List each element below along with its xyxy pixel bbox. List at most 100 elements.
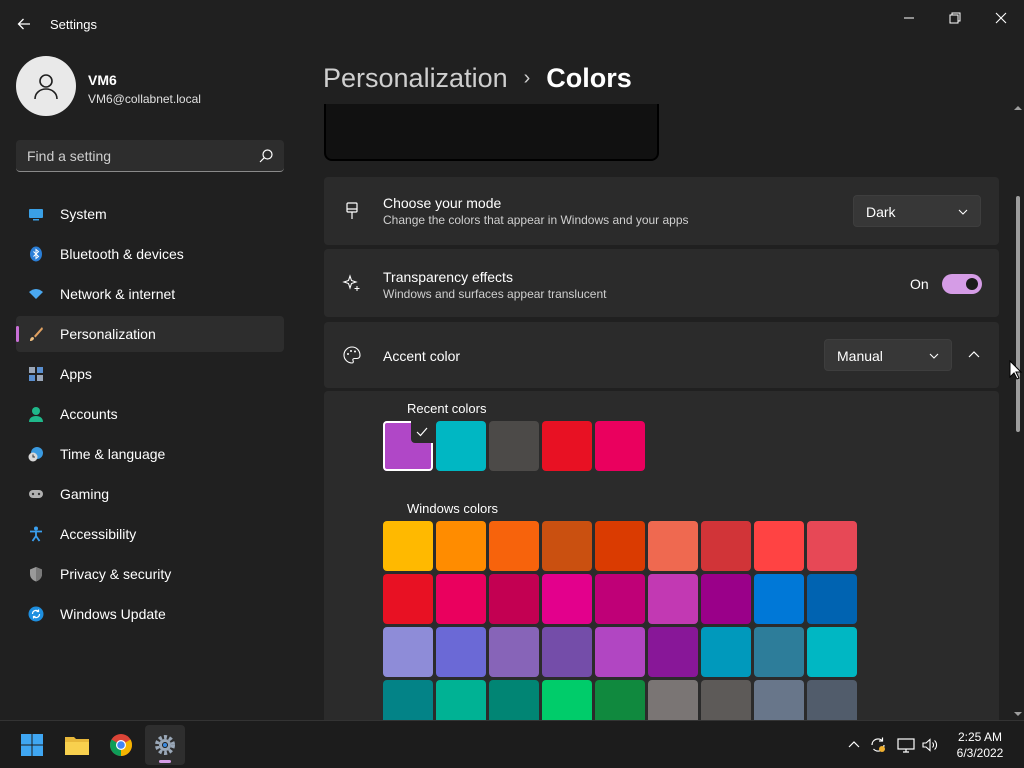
sidebar-item-network[interactable]: Network & internet — [16, 276, 284, 312]
back-button[interactable] — [10, 10, 38, 38]
checkmark-icon — [411, 421, 433, 443]
windows-color-swatch[interactable] — [648, 680, 698, 720]
close-button[interactable] — [978, 4, 1024, 32]
windows-color-swatch[interactable] — [648, 574, 698, 624]
file-explorer-button[interactable] — [57, 725, 97, 765]
windows-color-swatch[interactable] — [542, 627, 592, 677]
taskbar-clock[interactable]: 2:25 AM 6/3/2022 — [942, 729, 1018, 761]
sidebar-item-label: Personalization — [60, 326, 156, 342]
windows-color-swatch[interactable] — [648, 521, 698, 571]
windows-color-swatch[interactable] — [489, 627, 539, 677]
windows-color-swatch[interactable] — [807, 521, 857, 571]
windows-color-swatch[interactable] — [595, 521, 645, 571]
settings-taskbar-button[interactable] — [145, 725, 185, 765]
windows-color-swatch[interactable] — [754, 521, 804, 571]
windows-color-swatch[interactable] — [807, 574, 857, 624]
windows-color-swatch[interactable] — [436, 574, 486, 624]
mode-dropdown[interactable]: Dark — [853, 195, 981, 227]
transparency-card: Transparency effects Windows and surface… — [324, 249, 999, 317]
minimize-button[interactable] — [886, 4, 932, 32]
chevron-down-icon — [929, 353, 939, 359]
windows-color-swatch[interactable] — [595, 574, 645, 624]
windows-color-swatch[interactable] — [807, 680, 857, 720]
windows-color-swatch[interactable] — [489, 680, 539, 720]
windows-color-swatch[interactable] — [754, 680, 804, 720]
sidebar-item-label: Privacy & security — [60, 566, 172, 582]
windows-color-swatch[interactable] — [595, 680, 645, 720]
update-icon — [28, 606, 44, 622]
sidebar-item-time-language[interactable]: Time & language — [16, 436, 284, 472]
windows-color-swatch[interactable] — [489, 574, 539, 624]
tray-overflow-button[interactable] — [844, 735, 864, 755]
chrome-button[interactable] — [101, 725, 141, 765]
recent-color-swatch[interactable] — [542, 421, 592, 471]
windows-color-swatch[interactable] — [383, 521, 433, 571]
windows-color-swatch[interactable] — [701, 574, 751, 624]
gamepad-icon — [29, 490, 43, 498]
windows-color-swatch[interactable] — [754, 627, 804, 677]
windows-color-swatch[interactable] — [595, 627, 645, 677]
sidebar-item-accounts[interactable]: Accounts — [16, 396, 284, 432]
windows-color-swatch[interactable] — [383, 627, 433, 677]
sidebar-item-label: Time & language — [60, 446, 166, 462]
recent-color-swatch[interactable] — [595, 421, 645, 471]
windows-color-swatch[interactable] — [542, 680, 592, 720]
sidebar-item-windows-update[interactable]: Windows Update — [16, 596, 284, 632]
accent-title: Accent color — [383, 348, 461, 364]
breadcrumb: Personalization › Colors — [323, 58, 632, 98]
user-profile[interactable]: VM6 VM6@collabnet.local — [16, 56, 286, 118]
scroll-up-icon[interactable] — [1014, 104, 1022, 112]
main-scrollbar[interactable] — [1013, 104, 1023, 718]
windows-color-swatch[interactable] — [648, 627, 698, 677]
bluetooth-icon — [30, 246, 42, 262]
sync-tray-button[interactable] — [868, 735, 888, 755]
sidebar-item-bluetooth[interactable]: Bluetooth & devices — [16, 236, 284, 272]
sidebar-item-privacy[interactable]: Privacy & security — [16, 556, 284, 592]
windows-color-swatch[interactable] — [542, 574, 592, 624]
settings-gear-icon — [155, 735, 175, 755]
windows-color-swatch[interactable] — [542, 521, 592, 571]
windows-color-swatch[interactable] — [489, 521, 539, 571]
restore-button[interactable] — [932, 4, 978, 32]
recent-color-swatch[interactable] — [436, 421, 486, 471]
windows-color-swatch[interactable] — [754, 574, 804, 624]
transparency-toggle[interactable] — [942, 274, 982, 294]
windows-colors-label: Windows colors — [407, 501, 499, 516]
windows-color-swatch[interactable] — [383, 680, 433, 720]
paintbrush-icon — [346, 202, 358, 219]
search-icon[interactable] — [258, 148, 274, 164]
breadcrumb-separator: › — [523, 66, 531, 89]
transparency-state: On — [910, 276, 929, 292]
scroll-thumb[interactable] — [1016, 196, 1020, 432]
recent-color-swatch[interactable] — [383, 421, 433, 471]
windows-color-swatch[interactable] — [701, 521, 751, 571]
recent-color-swatch[interactable] — [489, 421, 539, 471]
minimize-icon — [904, 17, 914, 19]
windows-color-swatch[interactable] — [701, 627, 751, 677]
accent-dropdown[interactable]: Manual — [824, 339, 952, 371]
back-arrow-icon — [17, 18, 30, 30]
sidebar-item-label: System — [60, 206, 107, 222]
system-icon — [29, 209, 43, 221]
windows-start-icon — [21, 734, 43, 756]
scroll-down-icon[interactable] — [1014, 710, 1022, 718]
windows-color-swatch[interactable] — [807, 627, 857, 677]
toggle-knob — [966, 278, 978, 290]
sidebar-item-gaming[interactable]: Gaming — [16, 476, 284, 512]
start-button[interactable] — [12, 725, 52, 765]
windows-color-swatch[interactable] — [436, 521, 486, 571]
restore-icon — [949, 12, 961, 24]
windows-color-swatch[interactable] — [701, 680, 751, 720]
breadcrumb-parent[interactable]: Personalization — [323, 63, 508, 94]
sidebar-item-system[interactable]: System — [16, 196, 284, 232]
sidebar-item-personalization[interactable]: Personalization — [16, 316, 284, 352]
display-tray-button[interactable] — [896, 735, 916, 755]
sidebar-item-accessibility[interactable]: Accessibility — [16, 516, 284, 552]
windows-color-swatch[interactable] — [436, 680, 486, 720]
sidebar-item-apps[interactable]: Apps — [16, 356, 284, 392]
accent-collapse-button[interactable] — [960, 341, 988, 369]
volume-tray-button[interactable] — [920, 735, 940, 755]
windows-color-swatch[interactable] — [383, 574, 433, 624]
windows-color-swatch[interactable] — [436, 627, 486, 677]
search-input[interactable] — [16, 140, 246, 171]
